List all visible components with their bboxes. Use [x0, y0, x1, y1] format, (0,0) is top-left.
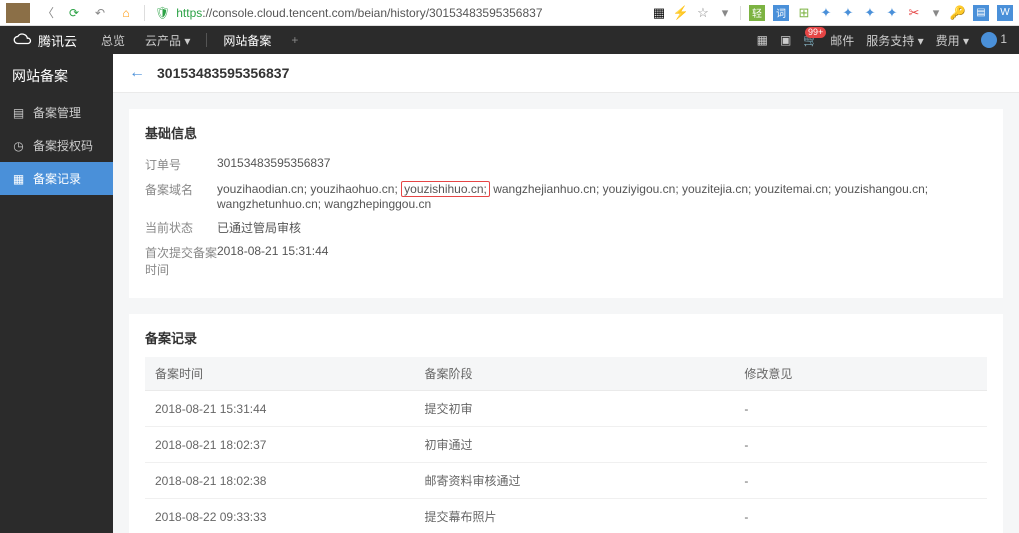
separator — [206, 33, 207, 47]
scissors-icon[interactable]: ✂ — [907, 6, 921, 20]
cell-time: 2018-08-21 18:02:37 — [145, 427, 414, 463]
nav-overview[interactable]: 总览 — [101, 32, 125, 49]
cell-comment: - — [734, 463, 987, 499]
header-right: ▦ ▣ 🛒99+ 邮件 服务支持 ▾ 费用 ▾ 1 — [757, 32, 1007, 49]
info-label: 当前状态 — [145, 219, 217, 236]
chevron-down-icon[interactable]: ▾ — [718, 6, 732, 20]
sidebar-item-auth[interactable]: ◷ 备案授权码 — [0, 129, 113, 162]
address-bar[interactable]: 🛡 https://console.cloud.tencent.com/beia… — [155, 6, 642, 20]
nav-products[interactable]: 云产品 ▾ — [145, 32, 190, 49]
extensions-area: ▦ ⚡ ☆ ▾ 轻 词 ⊞ ✦ ✦ ✦ ✦ ✂ ▾ 🔑 ▤ W — [652, 5, 1013, 21]
word-icon[interactable]: W — [997, 5, 1013, 21]
puzzle-icon-3[interactable]: ✦ — [863, 6, 877, 20]
avatar — [981, 32, 997, 48]
content: ← 30153483595356837 基础信息 订单号 30153483595… — [113, 54, 1019, 533]
highlighted-domain: youzishihuo.cn; — [401, 181, 490, 197]
ext-green-icon[interactable]: 轻 — [749, 5, 765, 21]
reload-icon[interactable]: ⟳ — [66, 5, 82, 21]
info-label: 首次提交备案时间 — [145, 244, 217, 278]
col-time: 备案时间 — [145, 357, 414, 391]
card-title: 基础信息 — [145, 123, 987, 142]
flash-icon[interactable]: ⚡ — [674, 6, 688, 20]
cell-stage: 邮寄资料审核通过 — [414, 463, 734, 499]
sidebar: 网站备案 ▤ 备案管理 ◷ 备案授权码 ▦ 备案记录 — [0, 54, 113, 533]
cell-comment: - — [734, 427, 987, 463]
browser-tab[interactable] — [6, 3, 30, 23]
basic-info-card: 基础信息 订单号 30153483595356837 备案域名 youzihao… — [129, 109, 1003, 298]
info-row-order: 订单号 30153483595356837 — [145, 152, 987, 177]
brand-name: 腾讯云 — [38, 31, 77, 50]
table-row: 2018-08-21 18:02:38邮寄资料审核通过- — [145, 463, 987, 499]
puzzle-icon-4[interactable]: ✦ — [885, 6, 899, 20]
user-menu[interactable]: 1 — [981, 32, 1007, 48]
card-title: 备案记录 — [145, 328, 987, 347]
sidebar-item-label: 备案记录 — [33, 170, 81, 187]
msg-badge: 99+ — [805, 27, 826, 38]
records-table: 备案时间 备案阶段 修改意见 2018-08-21 15:31:44提交初审-2… — [145, 357, 987, 533]
list-icon: ▤ — [12, 106, 25, 119]
cell-stage: 提交幕布照片 — [414, 499, 734, 533]
support-link[interactable]: 服务支持 ▾ — [866, 32, 923, 49]
table-row: 2018-08-21 18:02:37初审通过- — [145, 427, 987, 463]
ext-grid-icon[interactable]: ⊞ — [797, 6, 811, 20]
info-row-firstsubmit: 首次提交备案时间 2018-08-21 15:31:44 — [145, 240, 987, 282]
info-value: 已通过管局审核 — [217, 219, 987, 236]
col-comment: 修改意见 — [734, 357, 987, 391]
mail-link[interactable]: 邮件 — [830, 32, 854, 49]
user-num: 1 — [1000, 32, 1007, 46]
home-icon[interactable]: ⌂ — [118, 5, 134, 21]
info-row-status: 当前状态 已通过管局审核 — [145, 215, 987, 240]
back-button[interactable]: ← — [129, 64, 145, 82]
cart-icon[interactable]: 🛒99+ — [803, 33, 818, 47]
logo[interactable]: 腾讯云 — [12, 31, 77, 50]
info-value-domains: youzihaodian.cn; youzihaohuo.cn; youzish… — [217, 181, 987, 211]
records-card: 备案记录 备案时间 备案阶段 修改意见 2018-08-21 15:31:44提… — [129, 314, 1003, 533]
info-label: 备案域名 — [145, 181, 217, 211]
browser-bar: 〈 ⟳ ↶ ⌂ 🛡 https://console.cloud.tencent.… — [0, 0, 1019, 26]
info-label: 订单号 — [145, 156, 217, 173]
sidebar-item-label: 备案授权码 — [33, 137, 93, 154]
page-title: 30153483595356837 — [157, 65, 289, 81]
cell-stage: 初审通过 — [414, 427, 734, 463]
cloud-icon — [12, 33, 34, 47]
chevron-down-icon-2[interactable]: ▾ — [929, 6, 943, 20]
table-row: 2018-08-22 09:33:33提交幕布照片- — [145, 499, 987, 533]
fees-link[interactable]: 费用 ▾ — [936, 32, 969, 49]
content-header: ← 30153483595356837 — [113, 54, 1019, 93]
cell-comment: - — [734, 391, 987, 427]
doc-icon[interactable]: ▤ — [973, 5, 989, 21]
undo-icon[interactable]: ↶ — [92, 5, 108, 21]
cell-time: 2018-08-21 15:31:44 — [145, 391, 414, 427]
doc-icon[interactable]: ▣ — [780, 33, 791, 47]
col-stage: 备案阶段 — [414, 357, 734, 391]
cell-stage: 提交初审 — [414, 391, 734, 427]
cell-time: 2018-08-22 09:33:33 — [145, 499, 414, 533]
cell-comment: - — [734, 499, 987, 533]
puzzle-icon-1[interactable]: ✦ — [819, 6, 833, 20]
cell-time: 2018-08-21 18:02:38 — [145, 463, 414, 499]
puzzle-icon-2[interactable]: ✦ — [841, 6, 855, 20]
grid-icon[interactable]: ▦ — [757, 33, 768, 47]
nav-back-icon[interactable]: 〈 — [40, 5, 56, 21]
sidebar-item-manage[interactable]: ▤ 备案管理 — [0, 96, 113, 129]
add-tab-button[interactable]: + — [291, 33, 298, 47]
info-value: 30153483595356837 — [217, 156, 987, 173]
record-icon: ▦ — [12, 172, 25, 185]
table-row: 2018-08-21 15:31:44提交初审- — [145, 391, 987, 427]
key-icon[interactable]: 🔑 — [951, 6, 965, 20]
nav-site-beian[interactable]: 网站备案 — [223, 32, 271, 49]
url-text: https://console.cloud.tencent.com/beian/… — [176, 6, 542, 20]
lock-icon: 🛡 — [155, 6, 170, 20]
sidebar-title: 网站备案 — [0, 54, 113, 96]
info-row-domains: 备案域名 youzihaodian.cn; youzihaohuo.cn; yo… — [145, 177, 987, 215]
info-value: 2018-08-21 15:31:44 — [217, 244, 987, 278]
top-header: 腾讯云 总览 云产品 ▾ 网站备案 + ▦ ▣ 🛒99+ 邮件 服务支持 ▾ 费… — [0, 26, 1019, 54]
table-header-row: 备案时间 备案阶段 修改意见 — [145, 357, 987, 391]
sidebar-item-label: 备案管理 — [33, 104, 81, 121]
qr-icon[interactable]: ▦ — [652, 6, 666, 20]
clock-icon: ◷ — [12, 139, 25, 152]
ext-blue-icon[interactable]: 词 — [773, 5, 789, 21]
star-icon[interactable]: ☆ — [696, 6, 710, 20]
sidebar-item-records[interactable]: ▦ 备案记录 — [0, 162, 113, 195]
